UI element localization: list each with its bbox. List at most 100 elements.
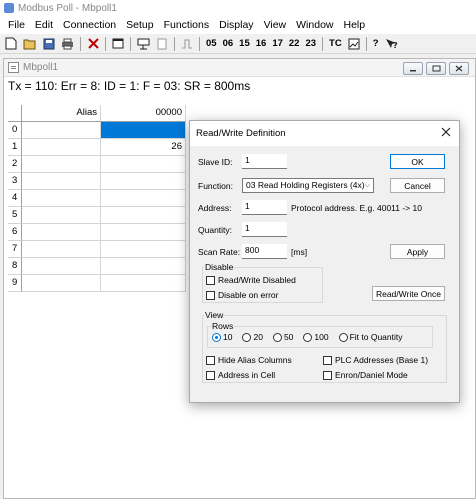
slave-id-field[interactable]: 1 [242, 154, 287, 169]
value-cell[interactable] [101, 207, 186, 224]
menu-setup[interactable]: Setup [121, 16, 158, 34]
pulse-icon[interactable] [179, 36, 195, 52]
rows-radio-10[interactable]: 10 [212, 332, 232, 342]
print-icon[interactable] [59, 36, 76, 52]
alias-cell[interactable] [22, 173, 101, 190]
scan-rate-label: Scan Rate: [198, 247, 241, 257]
dialog-close-icon[interactable] [441, 125, 451, 140]
disable-on-error-checkbox[interactable]: Disable on error [206, 290, 278, 300]
function-select-value: 03 Read Holding Registers (4x) [246, 180, 365, 190]
tc-button[interactable]: TC [327, 38, 344, 49]
save-icon[interactable] [41, 36, 57, 52]
menu-connection[interactable]: Connection [58, 16, 121, 34]
poll-status-line: Tx = 110: Err = 8: ID = 1: F = 03: SR = … [8, 79, 251, 93]
read-write-once-button[interactable]: Read/Write Once [372, 286, 445, 301]
toolbar-separator [365, 36, 367, 51]
menu-functions[interactable]: Functions [159, 16, 215, 34]
plc-addresses-checkbox[interactable]: PLC Addresses (Base 1) [323, 355, 428, 365]
alias-cell[interactable] [22, 207, 101, 224]
menu-edit[interactable]: Edit [30, 16, 58, 34]
fc-22-button[interactable]: 22 [287, 38, 302, 49]
value-cell[interactable] [101, 241, 186, 258]
rows-option-label: 100 [314, 332, 329, 342]
fc-17-button[interactable]: 17 [270, 38, 285, 49]
alias-cell[interactable] [22, 156, 101, 173]
ok-button[interactable]: OK [390, 154, 445, 169]
read-write-definition-dialog: Read/Write Definition Slave ID: 1 Functi… [189, 120, 460, 403]
value-cell[interactable] [101, 122, 186, 139]
value-cell[interactable] [101, 173, 186, 190]
hide-alias-columns-checkbox[interactable]: Hide Alias Columns [206, 355, 292, 365]
dialog-title-bar[interactable]: Read/Write Definition [190, 121, 459, 146]
new-file-icon[interactable] [3, 36, 19, 52]
apply-button[interactable]: Apply [390, 244, 445, 259]
context-help-icon[interactable]: ? [383, 36, 400, 52]
delete-icon[interactable] [85, 36, 101, 52]
menu-view[interactable]: View [259, 16, 292, 34]
dialog-title: Read/Write Definition [196, 128, 286, 139]
minimize-icon[interactable] [403, 62, 423, 75]
alias-cell[interactable] [22, 241, 101, 258]
rows-radio-20[interactable]: 20 [242, 332, 263, 342]
address-field[interactable]: 1 [242, 200, 287, 215]
alias-cell[interactable] [22, 190, 101, 207]
function-select[interactable]: 03 Read Holding Registers (4x) ⌵ [242, 178, 374, 193]
fc-15-button[interactable]: 15 [237, 38, 252, 49]
fc-05-button[interactable]: 05 [204, 38, 219, 49]
fc-16-button[interactable]: 16 [254, 38, 269, 49]
quantity-field[interactable]: 1 [242, 222, 287, 237]
alias-cell[interactable] [22, 275, 101, 292]
rows-radio-50[interactable]: 50 [272, 332, 293, 342]
window-icon[interactable] [110, 36, 126, 52]
value-cell[interactable]: 26 [101, 139, 186, 156]
value-cell[interactable] [101, 156, 186, 173]
restore-icon[interactable] [426, 62, 446, 75]
app-window: Modbus Poll - Mbpoll1 File Edit Connecti… [0, 0, 476, 499]
checkbox-box [206, 290, 215, 300]
read-write-disabled-checkbox[interactable]: Read/Write Disabled [206, 275, 296, 285]
chart-icon[interactable] [346, 36, 362, 52]
checkbox-box [323, 370, 332, 380]
menu-display[interactable]: Display [214, 16, 258, 34]
row-index: 7 [8, 241, 22, 258]
cancel-button[interactable]: Cancel [390, 178, 445, 193]
child-window-controls [403, 62, 469, 75]
alias-column-header[interactable]: Alias [22, 105, 101, 122]
toolbar-separator [130, 36, 131, 51]
value-column-header[interactable]: 00000 [101, 105, 186, 122]
checkbox-box [206, 355, 215, 365]
alias-cell[interactable] [22, 258, 101, 275]
value-cell[interactable] [101, 190, 186, 207]
value-cell[interactable] [101, 224, 186, 241]
register-grid: Alias 00000 0 1 26 2 3 4 5 6 7 8 9 [8, 105, 186, 292]
address-in-cell-checkbox[interactable]: Address in Cell [206, 370, 275, 380]
open-folder-icon[interactable] [21, 36, 39, 52]
child-window-title: Mbpoll1 [23, 62, 59, 73]
enron-daniel-mode-checkbox[interactable]: Enron/Daniel Mode [323, 370, 408, 380]
radio-dot [272, 332, 282, 342]
table-row: 3 [8, 173, 186, 190]
connect-icon[interactable] [135, 36, 152, 52]
menu-help[interactable]: Help [339, 16, 371, 34]
rows-radio-fit[interactable]: Fit to Quantity [338, 332, 403, 342]
app-icon [4, 3, 14, 13]
scan-rate-field[interactable]: 800 [242, 244, 287, 259]
value-cell[interactable] [101, 258, 186, 275]
row-index: 1 [8, 139, 22, 156]
svg-text:?: ? [393, 41, 398, 50]
disconnect-icon[interactable] [154, 36, 170, 52]
menu-window[interactable]: Window [291, 16, 338, 34]
alias-cell[interactable] [22, 139, 101, 156]
alias-cell[interactable] [22, 224, 101, 241]
quantity-label: Quantity: [198, 225, 233, 235]
fc-06-button[interactable]: 06 [221, 38, 236, 49]
rows-radio-100[interactable]: 100 [303, 332, 329, 342]
value-cell[interactable] [101, 275, 186, 292]
fc-23-button[interactable]: 23 [303, 38, 318, 49]
table-row: 7 [8, 241, 186, 258]
close-icon[interactable] [449, 62, 469, 75]
alias-cell[interactable] [22, 122, 101, 139]
menu-file[interactable]: File [3, 16, 30, 34]
grid-corner [8, 105, 22, 122]
help-button[interactable]: ? [371, 38, 381, 49]
